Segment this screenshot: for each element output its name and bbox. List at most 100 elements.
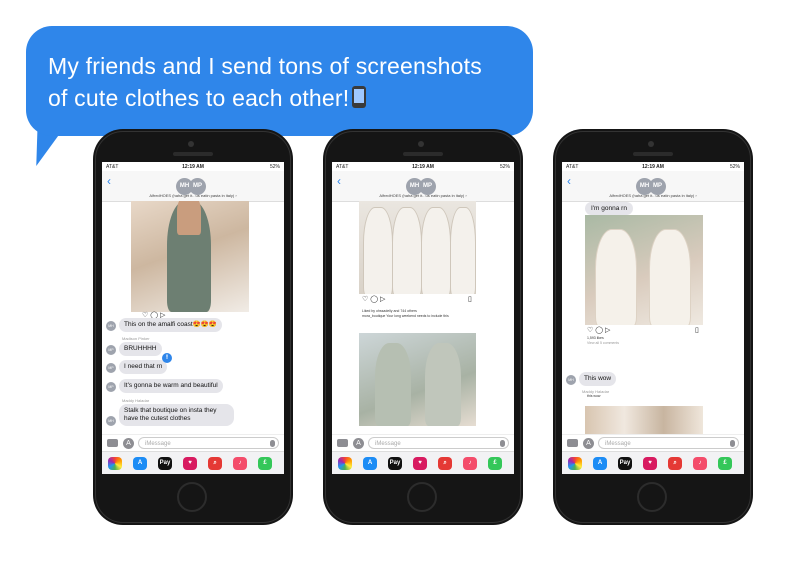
instagram-actions-icon: ♡ ◯ ▷ <box>587 327 611 334</box>
reply-text: this wow <box>587 394 601 398</box>
front-camera-icon <box>418 141 424 147</box>
photos-icon[interactable] <box>338 457 352 470</box>
bookmark-icon[interactable]: ▯ <box>468 295 472 303</box>
home-button[interactable] <box>177 482 207 512</box>
sender-name: Madison Pinker <box>122 336 150 341</box>
message-bubble[interactable]: This wow <box>579 372 617 386</box>
app-drawer-icon[interactable]: A <box>123 438 134 449</box>
imessage-input[interactable]: iMessage <box>598 437 739 449</box>
earpiece-speaker <box>173 152 213 156</box>
images-search-icon[interactable]: ⌕ <box>208 457 222 470</box>
group-avatars[interactable]: MH MP <box>176 174 206 195</box>
camera-icon[interactable] <box>107 439 118 447</box>
earpiece-speaker <box>403 152 443 156</box>
back-chevron-icon[interactable]: ‹ <box>107 175 111 187</box>
message-list: I'm gonna rn ♡ ◯ ▷ ▯ 1,593 likes View al… <box>562 201 744 435</box>
romper-photo-message[interactable] <box>359 333 476 426</box>
imessage-input[interactable]: iMessage <box>138 437 279 449</box>
callout-line-1: My friends and I send tons of screenshot… <box>48 53 482 79</box>
money-icon[interactable]: £ <box>488 457 502 470</box>
app-drawer-icon[interactable]: A <box>353 438 364 449</box>
back-chevron-icon[interactable]: ‹ <box>567 175 571 187</box>
photos-icon[interactable] <box>108 457 122 470</box>
group-name[interactable]: AlfredHOES (haha get it.. us eatin pasta… <box>332 193 514 198</box>
white-dress-photo-message[interactable] <box>585 215 703 325</box>
message-bubble[interactable]: I'm gonna rn <box>585 202 633 215</box>
status-bar: AT&T 12:19 AM 52% <box>106 164 280 170</box>
front-camera-icon <box>648 141 654 147</box>
microphone-icon[interactable] <box>500 440 505 447</box>
phone-1: AT&T 12:19 AM 52% ‹ MH MP AlfredHOES (hah… <box>93 129 293 525</box>
imessage-input[interactable]: iMessage <box>368 437 509 449</box>
back-chevron-icon[interactable]: ‹ <box>337 175 341 187</box>
group-avatars[interactable]: MH MP <box>406 174 436 195</box>
dress-photo-message[interactable] <box>131 201 249 312</box>
message-bubble[interactable]: I need that rn <box>119 360 168 374</box>
apple-pay-icon[interactable]: Pay <box>618 457 632 470</box>
home-button[interactable] <box>637 482 667 512</box>
apple-pay-icon[interactable]: Pay <box>388 457 402 470</box>
images-search-icon[interactable]: ⌕ <box>668 457 682 470</box>
view-comments[interactable]: View all 5 comments <box>587 341 619 345</box>
app-store-icon[interactable]: A <box>133 457 147 470</box>
message-bubble[interactable]: BRUHHHH <box>119 342 162 356</box>
heart-sticker-icon[interactable]: ♥ <box>643 457 657 470</box>
callout-text: My friends and I send tons of screenshot… <box>48 50 523 114</box>
camera-icon[interactable] <box>337 439 348 447</box>
music-icon[interactable]: ♪ <box>463 457 477 470</box>
liked-by-text: Liked by ohssadelly and 744 others <box>362 309 417 313</box>
conversation-header: ‹ MH MP AlfredHOES (haha get it.. us eati… <box>562 171 744 202</box>
heart-sticker-icon[interactable]: ♥ <box>413 457 427 470</box>
microphone-icon[interactable] <box>270 440 275 447</box>
message-bubble[interactable]: Stalk that boutique on insta they have t… <box>119 404 234 426</box>
callout-line-2: of cute clothes to each other! <box>48 85 350 111</box>
app-dock: A Pay ♥ ⌕ ♪ £ <box>332 451 514 474</box>
bookmark-icon[interactable]: ▯ <box>695 326 699 334</box>
compose-bar: A iMessage <box>332 434 514 452</box>
music-icon[interactable]: ♪ <box>693 457 707 470</box>
app-dock: A Pay ♥ ⌕ ♪ £ <box>562 451 744 474</box>
camera-icon[interactable] <box>567 439 578 447</box>
money-icon[interactable]: £ <box>718 457 732 470</box>
mobile-phone-icon <box>352 86 367 108</box>
status-bar: AT&T 12:19 AM 52% <box>336 164 510 170</box>
app-dock: A Pay ♥ ⌕ ♪ £ <box>102 451 284 474</box>
speech-bubble: My friends and I send tons of screenshot… <box>26 26 533 136</box>
compose-bar: A iMessage <box>562 434 744 452</box>
tapback-exclamation-icon: ‼ <box>162 353 172 363</box>
message-list: ♡ ◯ ▷ MH This on the amalfi coast😍😍😍 Mad… <box>102 201 284 435</box>
front-camera-icon <box>188 141 194 147</box>
post-caption: mora_boutique Your long weekend needs to… <box>362 314 449 318</box>
conversation-header: ‹ MH MP AlfredHOES (haha get it.. us eati… <box>332 171 514 202</box>
phone-3: AT&T 12:19 AM 52% ‹ MH MP AlfredHOES (hah… <box>553 129 753 525</box>
images-search-icon[interactable]: ⌕ <box>438 457 452 470</box>
heart-sticker-icon[interactable]: ♥ <box>183 457 197 470</box>
compose-bar: A iMessage <box>102 434 284 452</box>
instagram-actions-icon: ♡ ◯ ▷ <box>362 296 386 303</box>
apple-pay-icon[interactable]: Pay <box>158 457 172 470</box>
messages-screen-1: AT&T 12:19 AM 52% ‹ MH MP AlfredHOES (hah… <box>102 162 284 474</box>
app-drawer-icon[interactable]: A <box>583 438 594 449</box>
group-name[interactable]: AlfredHOES (haha get it.. us eatin pasta… <box>562 193 744 198</box>
home-button[interactable] <box>407 482 437 512</box>
money-icon[interactable]: £ <box>258 457 272 470</box>
earpiece-speaker <box>633 152 673 156</box>
pants-photo-message[interactable] <box>359 201 476 294</box>
status-bar: AT&T 12:19 AM 52% <box>566 164 740 170</box>
group-avatars[interactable]: MH MP <box>636 174 666 195</box>
photo-strip[interactable] <box>585 406 703 434</box>
messages-screen-3: AT&T 12:19 AM 52% ‹ MH MP AlfredHOES (hah… <box>562 162 744 474</box>
sender-name: Maddy Haladar <box>122 398 150 403</box>
group-name[interactable]: AlfredHOES (haha get it.. us eatin pasta… <box>102 193 284 198</box>
message-bubble[interactable]: This on the amalfi coast😍😍😍 <box>119 318 222 332</box>
app-store-icon[interactable]: A <box>363 457 377 470</box>
likes-count: 1,593 likes <box>587 336 604 340</box>
conversation-header: ‹ MH MP AlfredHOES (haha get it.. us eati… <box>102 171 284 202</box>
music-icon[interactable]: ♪ <box>233 457 247 470</box>
messages-screen-2: AT&T 12:19 AM 52% ‹ MH MP AlfredHOES (hah… <box>332 162 514 474</box>
microphone-icon[interactable] <box>730 440 735 447</box>
message-bubble[interactable]: It's gonna be warm and beautiful <box>119 379 223 393</box>
message-list: ♡ ◯ ▷ ▯ Liked by ohssadelly and 744 othe… <box>332 201 514 435</box>
app-store-icon[interactable]: A <box>593 457 607 470</box>
photos-icon[interactable] <box>568 457 582 470</box>
